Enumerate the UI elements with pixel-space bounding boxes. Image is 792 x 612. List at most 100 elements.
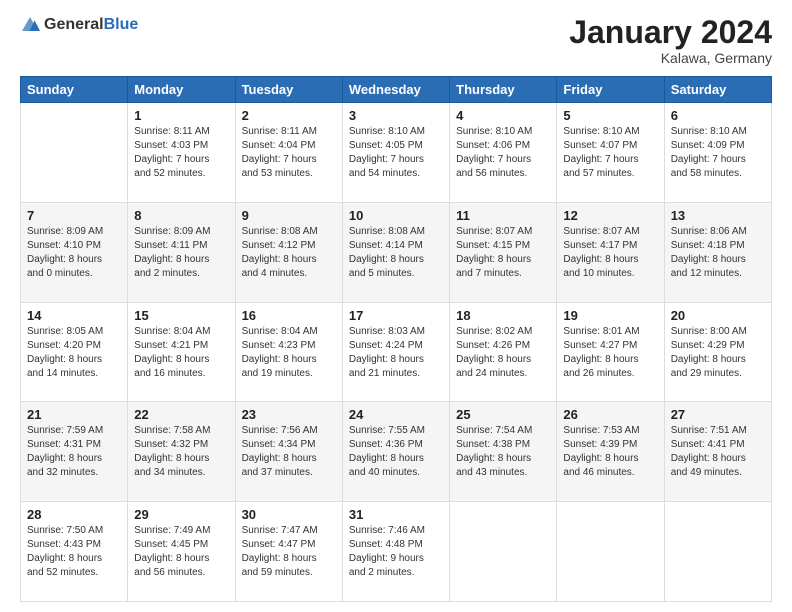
- calendar-table: Sunday Monday Tuesday Wednesday Thursday…: [20, 76, 772, 602]
- location-subtitle: Kalawa, Germany: [569, 50, 772, 66]
- day-cell: 23 Sunrise: 7:56 AMSunset: 4:34 PMDayligh…: [235, 402, 342, 502]
- day-number: 24: [349, 407, 443, 422]
- logo-blue: Blue: [104, 16, 139, 34]
- day-info: Sunrise: 8:06 AMSunset: 4:18 PMDaylight:…: [671, 226, 747, 279]
- day-info: Sunrise: 8:01 AMSunset: 4:27 PMDaylight:…: [563, 326, 639, 379]
- day-cell: [21, 103, 128, 203]
- day-info: Sunrise: 7:49 AMSunset: 4:45 PMDaylight:…: [134, 525, 210, 578]
- day-cell: 29 Sunrise: 7:49 AMSunset: 4:45 PMDayligh…: [128, 502, 235, 602]
- week-row-4: 21 Sunrise: 7:59 AMSunset: 4:31 PMDayligh…: [21, 402, 772, 502]
- day-info: Sunrise: 8:09 AMSunset: 4:11 PMDaylight:…: [134, 226, 210, 279]
- day-cell: 16 Sunrise: 8:04 AMSunset: 4:23 PMDayligh…: [235, 302, 342, 402]
- day-cell: 10Sunrise: 8:08 AMSunset: 4:14 PMDayligh…: [342, 202, 449, 302]
- day-cell: 17 Sunrise: 8:03 AMSunset: 4:24 PMDayligh…: [342, 302, 449, 402]
- day-cell: [664, 502, 771, 602]
- day-info: Sunrise: 7:56 AMSunset: 4:34 PMDaylight:…: [242, 425, 318, 478]
- day-cell: 12Sunrise: 8:07 AMSunset: 4:17 PMDayligh…: [557, 202, 664, 302]
- day-info: Sunrise: 7:46 AMSunset: 4:48 PMDaylight:…: [349, 525, 425, 578]
- day-info: Sunrise: 7:54 AMSunset: 4:38 PMDaylight:…: [456, 425, 532, 478]
- day-number: 18: [456, 308, 550, 323]
- day-number: 8: [134, 208, 228, 223]
- day-info: Sunrise: 8:04 AMSunset: 4:23 PMDaylight:…: [242, 326, 318, 379]
- day-number: 4: [456, 108, 550, 123]
- week-row-1: 1Sunrise: 8:11 AMSunset: 4:03 PMDaylight…: [21, 103, 772, 203]
- col-monday: Monday: [128, 77, 235, 103]
- day-info: Sunrise: 8:09 AMSunset: 4:10 PMDaylight:…: [27, 226, 103, 279]
- day-cell: 26Sunrise: 7:53 AMSunset: 4:39 PMDayligh…: [557, 402, 664, 502]
- day-number: 13: [671, 208, 765, 223]
- day-number: 28: [27, 507, 121, 522]
- day-cell: 15 Sunrise: 8:04 AMSunset: 4:21 PMDayligh…: [128, 302, 235, 402]
- col-saturday: Saturday: [664, 77, 771, 103]
- day-cell: 8 Sunrise: 8:09 AMSunset: 4:11 PMDaylight…: [128, 202, 235, 302]
- day-number: 11: [456, 208, 550, 223]
- day-info: Sunrise: 8:05 AMSunset: 4:20 PMDaylight:…: [27, 326, 103, 379]
- day-cell: 2 Sunrise: 8:11 AMSunset: 4:04 PMDaylight…: [235, 103, 342, 203]
- day-info: Sunrise: 7:55 AMSunset: 4:36 PMDaylight:…: [349, 425, 425, 478]
- col-thursday: Thursday: [450, 77, 557, 103]
- day-cell: 30 Sunrise: 7:47 AMSunset: 4:47 PMDayligh…: [235, 502, 342, 602]
- day-cell: 1Sunrise: 8:11 AMSunset: 4:03 PMDaylight…: [128, 103, 235, 203]
- logo: General Blue: [20, 15, 138, 35]
- day-cell: 27Sunrise: 7:51 AMSunset: 4:41 PMDayligh…: [664, 402, 771, 502]
- day-cell: 6Sunrise: 8:10 AMSunset: 4:09 PMDaylight…: [664, 103, 771, 203]
- day-cell: 4 Sunrise: 8:10 AMSunset: 4:06 PMDaylight…: [450, 103, 557, 203]
- col-friday: Friday: [557, 77, 664, 103]
- day-number: 7: [27, 208, 121, 223]
- day-info: Sunrise: 8:07 AMSunset: 4:15 PMDaylight:…: [456, 226, 532, 279]
- day-number: 23: [242, 407, 336, 422]
- day-number: 26: [563, 407, 657, 422]
- day-cell: 14 Sunrise: 8:05 AMSunset: 4:20 PMDayligh…: [21, 302, 128, 402]
- day-info: Sunrise: 8:03 AMSunset: 4:24 PMDaylight:…: [349, 326, 425, 379]
- day-info: Sunrise: 8:10 AMSunset: 4:05 PMDaylight:…: [349, 126, 425, 179]
- day-cell: 13 Sunrise: 8:06 AMSunset: 4:18 PMDayligh…: [664, 202, 771, 302]
- logo-general: General: [44, 16, 104, 34]
- day-number: 30: [242, 507, 336, 522]
- day-cell: 3 Sunrise: 8:10 AMSunset: 4:05 PMDaylight…: [342, 103, 449, 203]
- day-number: 22: [134, 407, 228, 422]
- day-number: 19: [563, 308, 657, 323]
- day-number: 25: [456, 407, 550, 422]
- day-number: 29: [134, 507, 228, 522]
- day-number: 16: [242, 308, 336, 323]
- header: General Blue January 2024 Kalawa, German…: [20, 15, 772, 66]
- col-wednesday: Wednesday: [342, 77, 449, 103]
- day-cell: 9Sunrise: 8:08 AMSunset: 4:12 PMDaylight…: [235, 202, 342, 302]
- day-cell: 5Sunrise: 8:10 AMSunset: 4:07 PMDaylight…: [557, 103, 664, 203]
- day-number: 2: [242, 108, 336, 123]
- day-number: 21: [27, 407, 121, 422]
- week-row-5: 28 Sunrise: 7:50 AMSunset: 4:43 PMDayligh…: [21, 502, 772, 602]
- day-info: Sunrise: 8:10 AMSunset: 4:09 PMDaylight:…: [671, 126, 747, 179]
- day-number: 10: [349, 208, 443, 223]
- day-number: 31: [349, 507, 443, 522]
- day-cell: 20 Sunrise: 8:00 AMSunset: 4:29 PMDayligh…: [664, 302, 771, 402]
- day-cell: [557, 502, 664, 602]
- day-number: 9: [242, 208, 336, 223]
- day-cell: [450, 502, 557, 602]
- day-info: Sunrise: 7:59 AMSunset: 4:31 PMDaylight:…: [27, 425, 103, 478]
- day-cell: 24 Sunrise: 7:55 AMSunset: 4:36 PMDayligh…: [342, 402, 449, 502]
- day-info: Sunrise: 7:58 AMSunset: 4:32 PMDaylight:…: [134, 425, 210, 478]
- day-number: 12: [563, 208, 657, 223]
- calendar-page: General Blue January 2024 Kalawa, German…: [0, 0, 792, 612]
- day-cell: 7 Sunrise: 8:09 AMSunset: 4:10 PMDaylight…: [21, 202, 128, 302]
- day-info: Sunrise: 8:00 AMSunset: 4:29 PMDaylight:…: [671, 326, 747, 379]
- day-info: Sunrise: 8:04 AMSunset: 4:21 PMDaylight:…: [134, 326, 210, 379]
- day-info: Sunrise: 8:10 AMSunset: 4:06 PMDaylight:…: [456, 126, 532, 179]
- day-cell: 21 Sunrise: 7:59 AMSunset: 4:31 PMDayligh…: [21, 402, 128, 502]
- day-number: 15: [134, 308, 228, 323]
- day-info: Sunrise: 8:11 AMSunset: 4:04 PMDaylight:…: [242, 126, 317, 179]
- day-info: Sunrise: 7:47 AMSunset: 4:47 PMDaylight:…: [242, 525, 318, 578]
- day-number: 17: [349, 308, 443, 323]
- day-number: 27: [671, 407, 765, 422]
- day-cell: 31 Sunrise: 7:46 AMSunset: 4:48 PMDayligh…: [342, 502, 449, 602]
- logo-text: General Blue: [44, 16, 138, 34]
- day-number: 14: [27, 308, 121, 323]
- day-number: 20: [671, 308, 765, 323]
- week-row-2: 7 Sunrise: 8:09 AMSunset: 4:10 PMDaylight…: [21, 202, 772, 302]
- day-number: 3: [349, 108, 443, 123]
- day-number: 1: [134, 108, 228, 123]
- day-cell: 22 Sunrise: 7:58 AMSunset: 4:32 PMDayligh…: [128, 402, 235, 502]
- title-block: January 2024 Kalawa, Germany: [569, 15, 772, 66]
- day-info: Sunrise: 7:50 AMSunset: 4:43 PMDaylight:…: [27, 525, 103, 578]
